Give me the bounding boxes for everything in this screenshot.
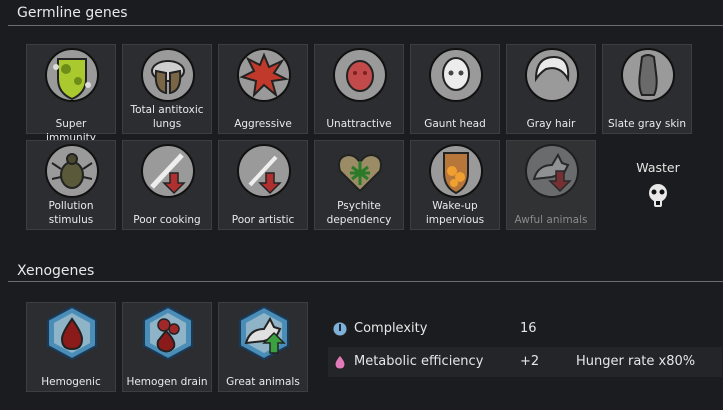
gene-label: Hemogen drain — [126, 376, 208, 388]
shield-icon — [45, 48, 99, 102]
stat-extra: Hunger rate x80% — [576, 354, 696, 369]
cooking-down-icon — [141, 144, 195, 198]
hair-icon — [525, 48, 579, 102]
animal-down-icon — [525, 144, 579, 198]
xenogene-hemogen-drain[interactable]: Hemogen drain — [122, 302, 212, 392]
gene-gaunt-head[interactable]: Gaunt head — [410, 44, 500, 134]
animal-up-icon — [239, 305, 289, 361]
germline-title: Germline genes — [17, 5, 128, 21]
gene-unattractive[interactable]: Unattractive — [314, 44, 404, 134]
gene-label: Poor cooking — [133, 214, 201, 226]
blood-cells-icon — [143, 305, 193, 361]
gene-label: Pollution stimulus — [48, 200, 94, 226]
gene-label: Unattractive — [326, 118, 392, 130]
gene-slate-gray-skin[interactable]: Slate gray skin — [602, 44, 692, 134]
xenogenes-header: Xenogenes — [0, 258, 723, 282]
divider — [8, 25, 723, 26]
germline-header: Germline genes — [0, 0, 723, 26]
waster-badge[interactable]: Waster — [612, 160, 704, 213]
gene-label: Slate gray skin — [607, 118, 687, 130]
gene-poor-cooking[interactable]: Poor cooking — [122, 140, 212, 230]
stat-name: Complexity — [354, 321, 428, 336]
xenogenes-title: Xenogenes — [17, 263, 95, 279]
waster-label: Waster — [636, 160, 680, 175]
gene-label: Awful animals — [514, 214, 588, 226]
stat-name: Metabolic efficiency — [354, 354, 484, 369]
gas-mask-icon — [649, 184, 667, 207]
gene-psychite-dependency[interactable]: Psychite dependency — [314, 140, 404, 230]
blood-drop-icon — [47, 305, 97, 361]
stat-value: +2 — [520, 354, 540, 369]
gene-label: Psychite dependency — [326, 200, 392, 226]
stat-metabolic-efficiency: Metabolic efficiency +2 Hunger rate x80% — [328, 347, 722, 377]
gene-wake-up-impervious[interactable]: Wake-up impervious — [410, 140, 500, 230]
artistic-down-icon — [237, 144, 291, 198]
gene-label: Total antitoxic lungs — [130, 104, 204, 130]
leaf-heart-icon — [338, 153, 382, 193]
gene-pollution-stimulus[interactable]: Pollution stimulus — [26, 140, 116, 230]
lungs-icon — [141, 48, 195, 102]
metabolism-icon — [334, 354, 346, 370]
stat-complexity: Complexity 16 — [328, 314, 722, 344]
gene-label: Wake-up impervious — [425, 200, 485, 226]
stat-value: 16 — [520, 321, 537, 336]
gene-gray-hair[interactable]: Gray hair — [506, 44, 596, 134]
body-icon — [621, 48, 675, 102]
gene-total-antitoxic-lungs[interactable]: Total antitoxic lungs — [122, 44, 212, 134]
divider — [8, 281, 723, 282]
xenogene-great-animals[interactable]: Great animals — [218, 302, 308, 392]
gene-label: Gaunt head — [424, 118, 486, 130]
beetle-icon — [45, 144, 99, 198]
pills-shield-icon — [429, 144, 483, 198]
gene-super-immunity[interactable]: Super immunity — [26, 44, 116, 144]
gene-label: Great animals — [226, 376, 300, 388]
gene-poor-artistic[interactable]: Poor artistic — [218, 140, 308, 230]
gene-label: Poor artistic — [231, 214, 295, 226]
gene-awful-animals[interactable]: Awful animals — [506, 140, 596, 230]
skull-icon — [429, 48, 483, 102]
complexity-icon — [332, 321, 348, 337]
xenogene-hemogenic[interactable]: Hemogenic — [26, 302, 116, 392]
gene-label: Gray hair — [526, 118, 576, 130]
face-icon — [333, 48, 387, 102]
burst-icon — [237, 48, 291, 102]
gene-label: Hemogenic — [41, 376, 101, 388]
gene-label: Aggressive — [234, 118, 292, 130]
gene-aggressive[interactable]: Aggressive — [218, 44, 308, 134]
